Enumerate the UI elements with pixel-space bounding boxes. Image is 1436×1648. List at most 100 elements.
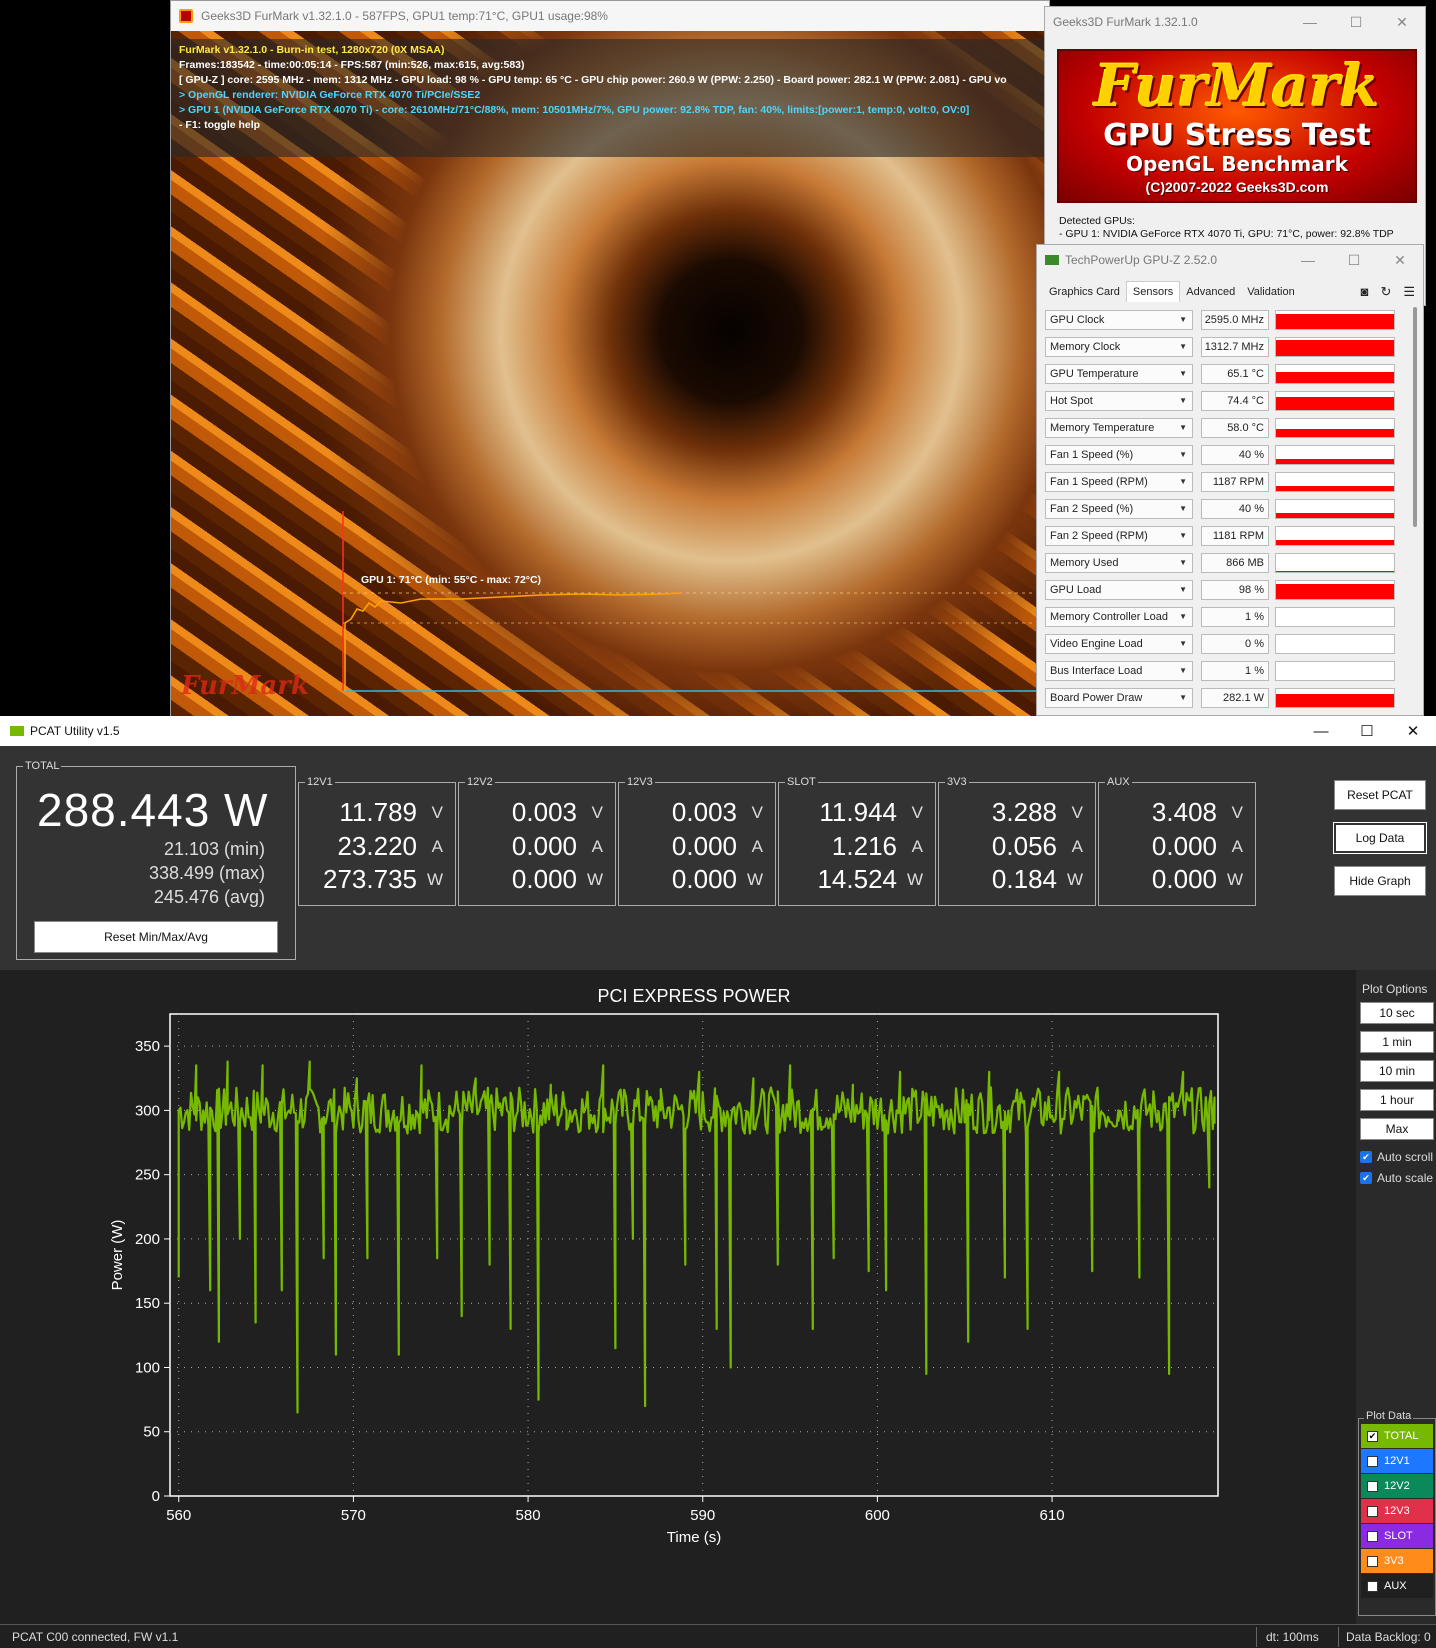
pcat-window[interactable]: PCAT Utility v1.5 — ☐ ✕ TOTAL 288.443 W … xyxy=(0,716,1436,1648)
minimize-icon[interactable]: — xyxy=(1287,7,1333,37)
plot-data-item-12v2[interactable]: 12V2 xyxy=(1361,1474,1433,1498)
log-data-button[interactable]: Log Data xyxy=(1334,823,1426,853)
checkbox-icon[interactable] xyxy=(1367,1530,1378,1542)
furmark-window[interactable]: Geeks3D FurMark v1.32.1.0 - 587FPS, GPU1… xyxy=(170,0,1051,717)
auto-scroll-checkbox[interactable]: ✔ Auto scroll xyxy=(1360,1150,1433,1164)
plot-data-item-3v3[interactable]: 3V3 xyxy=(1361,1549,1433,1573)
gpuz-scrollbar[interactable] xyxy=(1413,307,1417,527)
reset-min-max-avg-button[interactable]: Reset Min/Max/Avg xyxy=(34,921,278,953)
total-group: TOTAL 288.443 W 21.103 (min) 338.499 (ma… xyxy=(16,759,296,960)
sensor-name-dropdown[interactable]: Fan 1 Speed (%) ▼ xyxy=(1045,445,1193,465)
sensor-graph xyxy=(1275,526,1395,546)
sensor-graph-fill xyxy=(1276,583,1394,599)
sensor-graph-fill xyxy=(1276,428,1394,437)
sensor-name-dropdown[interactable]: Video Engine Load ▼ xyxy=(1045,634,1193,654)
furmark-graph-label: GPU 1: 71°C (min: 55°C - max: 72°C) xyxy=(361,574,542,586)
rail-voltage: 11.944 xyxy=(819,797,897,827)
chevron-down-icon: ▼ xyxy=(1179,558,1187,567)
tab-graphics-card[interactable]: Graphics Card xyxy=(1043,282,1126,302)
plot-data-item-12v1[interactable]: 12V1 xyxy=(1361,1449,1433,1473)
chevron-down-icon: ▼ xyxy=(1179,531,1187,540)
checkbox-icon[interactable] xyxy=(1367,1555,1378,1567)
furmark-titlebar[interactable]: Geeks3D FurMark v1.32.1.0 - 587FPS, GPU1… xyxy=(171,1,1049,31)
sensor-name: Memory Clock xyxy=(1050,341,1121,353)
sensor-name-dropdown[interactable]: Fan 2 Speed (%) ▼ xyxy=(1045,499,1193,519)
chevron-down-icon: ▼ xyxy=(1179,639,1187,648)
checkbox-icon[interactable] xyxy=(1367,1505,1378,1517)
maximize-icon[interactable]: ☐ xyxy=(1344,716,1390,746)
y-tick-label: 150 xyxy=(135,1295,160,1312)
minimize-icon[interactable]: — xyxy=(1298,716,1344,746)
range-max-button[interactable]: Max xyxy=(1360,1118,1434,1140)
auto-scale-checkbox[interactable]: ✔ Auto scale xyxy=(1360,1171,1433,1185)
plot-data-title: Plot Data xyxy=(1364,1410,1414,1422)
sensor-row: Memory Clock ▼ 1312.7 MHz xyxy=(1045,334,1405,361)
menu-icon[interactable]: ☰ xyxy=(1403,284,1415,300)
nvidia-app-icon xyxy=(10,726,24,736)
launcher-titlebar[interactable]: Geeks3D FurMark 1.32.1.0 — ☐ ✕ xyxy=(1045,7,1425,37)
plot-data-item-total[interactable]: ✔ TOTAL xyxy=(1361,1424,1433,1448)
total-min: 21.103 (min) xyxy=(163,839,265,859)
hide-graph-button[interactable]: Hide Graph xyxy=(1334,866,1426,896)
sensor-graph xyxy=(1275,364,1395,384)
launcher-window-controls: — ☐ ✕ xyxy=(1287,7,1425,37)
chevron-down-icon: ▼ xyxy=(1179,315,1187,324)
status-bar: PCAT C00 connected, FW v1.1 dt: 100ms Da… xyxy=(0,1624,1436,1648)
sensor-name-dropdown[interactable]: Bus Interface Load ▼ xyxy=(1045,661,1193,681)
sensor-name-dropdown[interactable]: Fan 1 Speed (RPM) ▼ xyxy=(1045,472,1193,492)
range-10min-button[interactable]: 10 min xyxy=(1360,1060,1434,1082)
sensor-name-dropdown[interactable]: GPU Clock ▼ xyxy=(1045,310,1193,330)
chevron-down-icon: ▼ xyxy=(1179,585,1187,594)
plot-data-item-12v3[interactable]: 12V3 xyxy=(1361,1499,1433,1523)
sensor-name-dropdown[interactable]: GPU Load ▼ xyxy=(1045,580,1193,600)
sensor-name-dropdown[interactable]: GPU Temperature ▼ xyxy=(1045,364,1193,384)
range-10sec-button[interactable]: 10 sec xyxy=(1360,1002,1434,1024)
gpuz-window[interactable]: TechPowerUp GPU-Z 2.52.0 — ☐ ✕ Graphics … xyxy=(1036,244,1424,716)
sensor-graph xyxy=(1275,634,1395,654)
checkbox-icon[interactable] xyxy=(1367,1580,1378,1592)
minimize-icon[interactable]: — xyxy=(1285,245,1331,275)
gpuz-titlebar[interactable]: TechPowerUp GPU-Z 2.52.0 — ☐ ✕ xyxy=(1037,245,1423,275)
sensor-name-dropdown[interactable]: Board Power Draw ▼ xyxy=(1045,688,1193,708)
close-icon[interactable]: ✕ xyxy=(1377,245,1423,275)
sensor-value: 0 % xyxy=(1201,634,1269,654)
sensor-name-dropdown[interactable]: Memory Clock ▼ xyxy=(1045,337,1193,357)
tab-sensors[interactable]: Sensors xyxy=(1125,281,1181,302)
x-tick-label: 590 xyxy=(690,1507,715,1524)
range-1min-button[interactable]: 1 min xyxy=(1360,1031,1434,1053)
close-icon[interactable]: ✕ xyxy=(1390,716,1436,746)
tab-advanced[interactable]: Advanced xyxy=(1180,282,1241,302)
rail-group-12v3: 12V3 0.003 V 0.000 A 0.000 W xyxy=(618,775,776,906)
sensor-name-dropdown[interactable]: Hot Spot ▼ xyxy=(1045,391,1193,411)
sensor-name-dropdown[interactable]: Memory Used ▼ xyxy=(1045,553,1193,573)
tab-validation[interactable]: Validation xyxy=(1241,282,1301,302)
sensor-row: Video Engine Load ▼ 0 % xyxy=(1045,631,1405,658)
chevron-down-icon: ▼ xyxy=(1179,342,1187,351)
chevron-down-icon: ▼ xyxy=(1179,369,1187,378)
reset-pcat-button[interactable]: Reset PCAT xyxy=(1334,780,1426,810)
maximize-icon[interactable]: ☐ xyxy=(1331,245,1377,275)
rail-power: 0.000 xyxy=(1151,864,1217,894)
chevron-down-icon: ▼ xyxy=(1179,504,1187,513)
range-1hour-button[interactable]: 1 hour xyxy=(1360,1089,1434,1111)
sensor-value: 74.4 °C xyxy=(1201,391,1269,411)
sensor-name: Board Power Draw xyxy=(1050,692,1143,704)
sensor-value: 40 % xyxy=(1201,499,1269,519)
camera-icon[interactable]: ◙ xyxy=(1361,284,1369,300)
sensor-name-dropdown[interactable]: Fan 2 Speed (RPM) ▼ xyxy=(1045,526,1193,546)
checkbox-icon[interactable]: ✔ xyxy=(1367,1430,1378,1442)
sensor-value: 1 % xyxy=(1201,661,1269,681)
pcat-titlebar[interactable]: PCAT Utility v1.5 — ☐ ✕ xyxy=(0,716,1436,746)
plot-data-item-aux[interactable]: AUX xyxy=(1361,1574,1433,1598)
checkbox-icon[interactable] xyxy=(1367,1455,1378,1467)
osd-line: [ GPU-Z ] core: 2595 MHz - mem: 1312 MHz… xyxy=(179,74,1007,86)
sensor-name-dropdown[interactable]: Memory Controller Load ▼ xyxy=(1045,607,1193,627)
unit-watts: W xyxy=(426,870,443,889)
plot-data-item-slot[interactable]: SLOT xyxy=(1361,1524,1433,1548)
sensor-name-dropdown[interactable]: Memory Temperature ▼ xyxy=(1045,418,1193,438)
close-icon[interactable]: ✕ xyxy=(1379,7,1425,37)
maximize-icon[interactable]: ☐ xyxy=(1333,7,1379,37)
checkbox-icon[interactable] xyxy=(1367,1480,1378,1492)
refresh-icon[interactable]: ↻ xyxy=(1380,284,1391,300)
chevron-down-icon: ▼ xyxy=(1179,396,1187,405)
